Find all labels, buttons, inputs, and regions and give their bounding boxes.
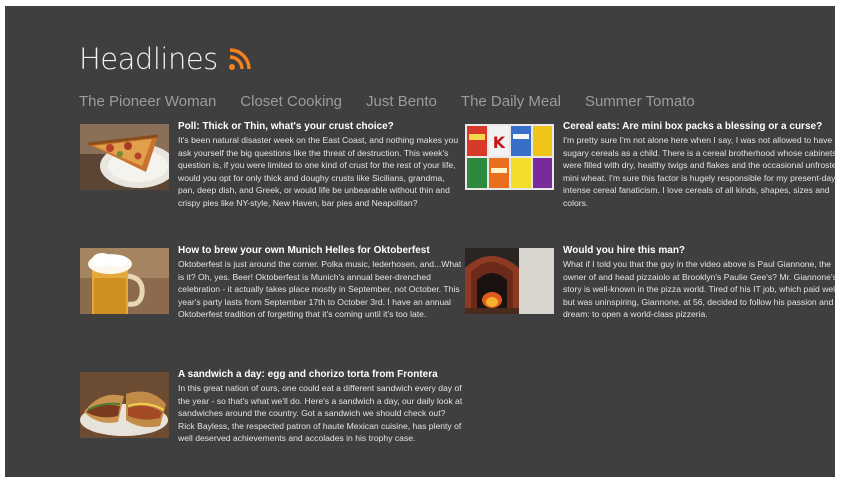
article-thumbnail-sandwich bbox=[80, 372, 169, 438]
svg-text:K: K bbox=[493, 133, 506, 152]
header: Headlines bbox=[79, 42, 252, 76]
article-title[interactable]: Poll: Thick or Thin, what's your crust c… bbox=[178, 120, 463, 133]
article-item[interactable]: Poll: Thick or Thin, what's your crust c… bbox=[80, 120, 463, 210]
tab-the-daily-meal[interactable]: The Daily Meal bbox=[461, 93, 561, 110]
article-title[interactable]: How to brew your own Munich Helles for O… bbox=[178, 244, 463, 257]
app-window: Headlines The Pioneer Woman Closet Cooki… bbox=[5, 6, 835, 477]
article-item[interactable]: How to brew your own Munich Helles for O… bbox=[80, 244, 463, 321]
article-summary: What if I told you that the guy in the v… bbox=[563, 259, 835, 320]
article-item[interactable]: A sandwich a day: egg and chorizo torta … bbox=[80, 368, 463, 445]
article-summary: Oktoberfest is just around the corner. P… bbox=[178, 259, 462, 320]
article-thumbnail-cereal: K bbox=[465, 124, 554, 190]
tab-just-bento[interactable]: Just Bento bbox=[366, 93, 437, 110]
tab-closet-cooking[interactable]: Closet Cooking bbox=[240, 93, 342, 110]
article-summary: I'm pretty sure I'm not alone here when … bbox=[563, 135, 835, 208]
article-thumbnail-pizza bbox=[80, 124, 169, 190]
tab-the-pioneer-woman[interactable]: The Pioneer Woman bbox=[79, 93, 216, 110]
article-title[interactable]: Would you hire this man? bbox=[563, 244, 835, 257]
article-thumbnail-pizza-oven bbox=[465, 248, 554, 314]
article-summary: In this great nation of ours, one could … bbox=[178, 383, 463, 444]
article-title[interactable]: A sandwich a day: egg and chorizo torta … bbox=[178, 368, 463, 381]
article-title[interactable]: Cereal eats: Are mini box packs a blessi… bbox=[563, 120, 835, 133]
feed-tabs: The Pioneer Woman Closet Cooking Just Be… bbox=[79, 93, 695, 110]
article-thumbnail-beer bbox=[80, 248, 169, 314]
page-title: Headlines bbox=[79, 42, 218, 76]
rss-icon[interactable] bbox=[228, 47, 252, 71]
article-summary: It's been natural disaster week on the E… bbox=[178, 135, 459, 208]
tab-summer-tomato[interactable]: Summer Tomato bbox=[585, 93, 695, 110]
article-item[interactable]: Would you hire this man? What if I told … bbox=[465, 244, 835, 321]
article-item[interactable]: K Cereal eats: Are mini box packs a bles… bbox=[465, 120, 835, 210]
